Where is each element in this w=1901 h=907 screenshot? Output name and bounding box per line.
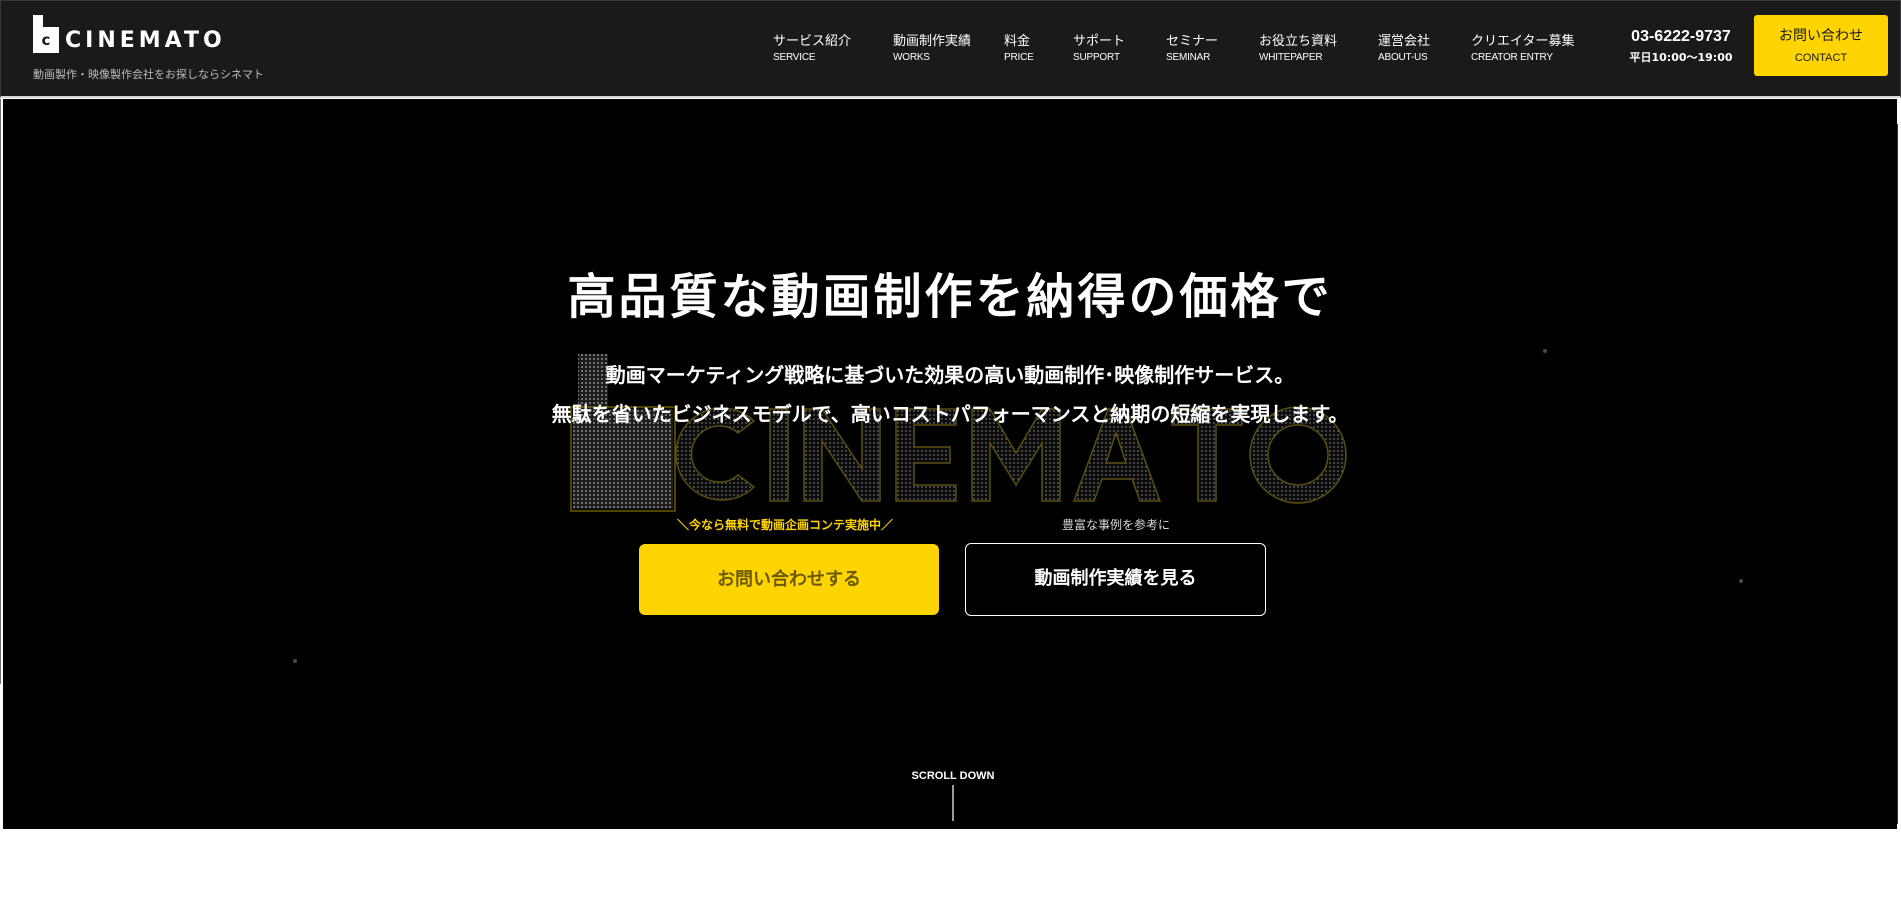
nav-item-creator-entry[interactable]: クリエイター募集 CREATOR ENTRY xyxy=(1471,34,1574,68)
background-dot xyxy=(1543,349,1547,353)
header-contact-button[interactable]: お問い合わせ CONTACT xyxy=(1754,15,1888,76)
phone-hours: 平日10:00〜19:00 xyxy=(1629,51,1733,64)
nav-item-sublabel: ABOUT-US xyxy=(1378,52,1428,63)
nav-item-label: サービス紹介 xyxy=(773,34,852,49)
nav-item-seminar[interactable]: セミナー SEMINAR xyxy=(1166,34,1218,68)
hero-left-edge xyxy=(0,99,1,684)
site-logo[interactable]: c CINEMATO xyxy=(33,15,226,55)
nav-item-works[interactable]: 動画制作実績 WORKS xyxy=(893,34,971,68)
site-header: c CINEMATO 動画製作・映像製作会社をお探しならシネマト サービス紹介 … xyxy=(0,0,1901,98)
nav-item-label: クリエイター募集 xyxy=(1471,34,1575,49)
site-tagline: 動画製作・映像製作会社をお探しならシネマト xyxy=(33,68,264,81)
nav-item-service[interactable]: サービス紹介 SERVICE xyxy=(773,34,851,68)
scroll-down-label[interactable]: SCROLL DOWN xyxy=(883,769,1023,783)
logo-wordmark: CINEMATO xyxy=(65,27,226,53)
view-works-button[interactable]: 動画制作実績を見る xyxy=(965,543,1266,616)
contact-button-sublabel: CONTACT xyxy=(1794,52,1848,64)
nav-item-sublabel: PRICE xyxy=(1004,52,1034,63)
works-reference-note: 豊富な事例を参考に xyxy=(1061,518,1170,532)
phone-number: 03-6222-9737 xyxy=(1631,28,1731,45)
free-planning-note: ＼今なら無料で動画企画コンテ実施中／ xyxy=(676,518,893,532)
hero-lead-line-1: 動画マーケティング戦略に基づいた効果の高い動画制作･映像制作サービス。 xyxy=(605,363,1295,387)
nav-item-whitepaper[interactable]: お役立ち資料 WHITEPAPER xyxy=(1259,34,1337,68)
nav-item-price[interactable]: 料金 PRICE xyxy=(1004,34,1034,68)
logo-mark-letter: c xyxy=(33,27,59,53)
nav-item-sublabel: WORKS xyxy=(893,52,930,63)
hero-headline: 高品質な動画制作を納得の価格で xyxy=(567,269,1333,325)
nav-item-label: 運営会社 xyxy=(1378,34,1431,49)
scroll-down-indicator xyxy=(952,785,954,821)
nav-item-support[interactable]: サポート SUPPORT xyxy=(1073,34,1125,68)
nav-item-label: セミナー xyxy=(1166,34,1219,49)
nav-item-sublabel: WHITEPAPER xyxy=(1259,52,1323,63)
inquiry-button[interactable]: お問い合わせする xyxy=(639,544,939,615)
background-dot xyxy=(1739,579,1743,583)
nav-item-sublabel: SUPPORT xyxy=(1073,52,1120,63)
logo-mark-icon: c xyxy=(33,15,59,55)
nav-item-sublabel: SEMINAR xyxy=(1166,52,1211,63)
background-dot xyxy=(293,659,297,663)
hero-section: 高品質な動画制作を納得の価格で 動画マーケティング戦略に基づいた効果の高い動画制… xyxy=(3,99,1897,829)
nav-item-sublabel: CREATOR ENTRY xyxy=(1471,52,1553,63)
hero-right-edge xyxy=(1897,124,1898,824)
nav-item-label: サポート xyxy=(1073,34,1126,49)
nav-item-label: 動画制作実績 xyxy=(893,34,972,49)
nav-item-about-us[interactable]: 運営会社 ABOUT-US xyxy=(1378,34,1430,68)
nav-item-label: 料金 xyxy=(1004,34,1031,49)
page: c CINEMATO 動画製作・映像製作会社をお探しならシネマト サービス紹介 … xyxy=(0,0,1901,907)
hero-lead-line-2: 無駄を省いたビジネスモデルで、高いコストパフォーマンスと納期の短縮を実現します。 xyxy=(551,402,1349,426)
nav-item-sublabel: SERVICE xyxy=(773,52,816,63)
phone-contact[interactable]: 03-6222-9737 平日10:00〜19:00 xyxy=(1621,27,1741,66)
contact-button-label: お問い合わせ xyxy=(1779,28,1863,44)
nav-item-label: お役立ち資料 xyxy=(1259,34,1338,49)
